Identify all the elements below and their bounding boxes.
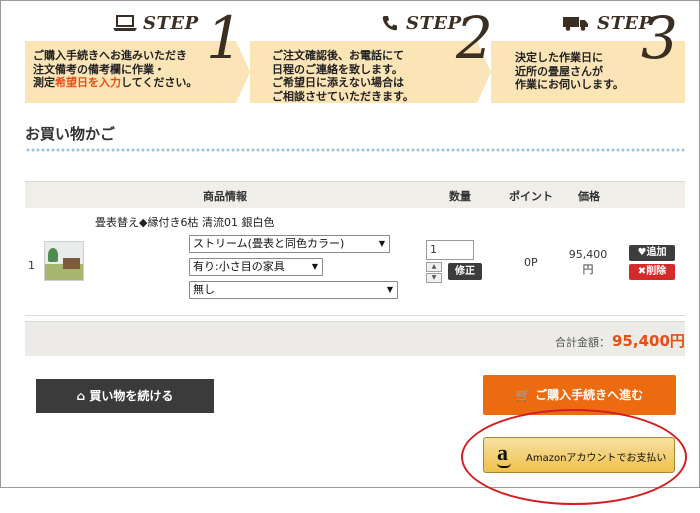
step-3-line-1: 決定した作業日に <box>515 51 603 64</box>
continue-shopping-button[interactable]: ⌂ 買い物を続ける <box>36 379 214 413</box>
product-name: 畳表替え◆縁付き6枯 清流01 銀白色 <box>95 216 275 229</box>
item-points: 0P <box>524 256 538 269</box>
total-label: 合計金額： <box>555 336 610 349</box>
header-product: 商品情報 <box>203 190 247 203</box>
product-thumbnail[interactable] <box>44 241 84 281</box>
step-2-label: STEP <box>406 13 462 34</box>
step-3-line-2: 近所の畳屋さんが <box>515 64 603 78</box>
step-3: STEP 3 決定した作業日に 近所の畳屋さんが 作業にお伺いします。 <box>491 7 685 105</box>
step-1-text: ご購入手続きへお進みいただき 注文備考の備考欄に作業・ 測定希望日を入力してくだ… <box>33 49 197 90</box>
item-price: 95,400 円 <box>565 247 611 277</box>
cart-icon: 🛒 <box>515 388 531 402</box>
laptop-icon <box>113 15 137 31</box>
step-3-text: 決定した作業日に 近所の畳屋さんが 作業にお伺いします。 <box>515 51 624 92</box>
phone-icon <box>382 16 397 31</box>
total-bar: 合計金額： 95,400円 <box>25 321 685 356</box>
step-1-body: ご購入手続きへお進みいただき 注文備考の備考欄に作業・ 測定希望日を入力してくだ… <box>25 41 236 103</box>
quantity-input[interactable]: 1 <box>426 240 474 260</box>
chevron-down-icon: ▼ <box>378 239 385 248</box>
step-2-line-1: ご注文確認後、お電話にて <box>272 49 404 62</box>
step-1-line-3: 測定希望日を入力してください。 <box>33 76 198 89</box>
add-favorite-button[interactable]: ♥追加 <box>629 245 675 261</box>
cart-table-header: 商品情報 数量 ポイント 価格 <box>25 181 685 208</box>
item-price-unit: 円 <box>582 263 594 276</box>
update-quantity-button[interactable]: 修正 <box>448 263 482 280</box>
close-icon: ✖ <box>637 266 647 277</box>
step-2-body: ご注文確認後、お電話にて 日程のご連絡を致します。 ご希望日に添えない場合は ご… <box>250 41 477 103</box>
option-select-edge[interactable]: ストリーム(畳表と同色カラー) ▼ <box>189 235 390 253</box>
step-2-header: STEP 2 <box>250 7 493 69</box>
option-select-furniture[interactable]: 有り:小さ目の家具 ▼ <box>189 258 323 276</box>
annotation-ellipse <box>461 409 687 505</box>
step-1-line-2: 注文備考の備考欄に作業・ <box>33 62 165 76</box>
step-2-line-3: ご希望日に添えない場合は <box>272 76 404 89</box>
cart-title: お買い物かご <box>25 125 116 143</box>
step-2-line-2: 日程のご連絡を致します。 <box>272 62 403 76</box>
option-select-extra[interactable]: 無し ▼ <box>189 281 398 299</box>
step-2: STEP 2 ご注文確認後、お電話にて 日程のご連絡を致します。 ご希望日に添え… <box>250 7 493 105</box>
delete-item-button[interactable]: ✖削除 <box>629 264 675 280</box>
home-icon: ⌂ <box>76 389 86 403</box>
item-price-value: 95,400 <box>568 248 608 261</box>
step-3-header: STEP 3 <box>491 7 685 69</box>
item-index: 1 <box>28 259 35 272</box>
chevron-down-icon: ▼ <box>311 262 318 271</box>
step-1: STEP 1 ご購入手続きへお進みいただき 注文備考の備考欄に作業・ 測定希望日… <box>25 7 250 105</box>
title-divider <box>25 147 685 153</box>
quantity-up-button[interactable]: ▲ <box>426 262 442 272</box>
desired-date-highlight: 希望日を入力 <box>55 76 121 89</box>
step-1-line-1: ご購入手続きへお進みいただき <box>33 49 187 62</box>
header-points: ポイント <box>509 190 553 203</box>
chevron-down-icon: ▼ <box>386 285 393 294</box>
step-3-number: 3 <box>641 4 678 72</box>
truck-icon <box>563 17 588 31</box>
step-3-line-3: 作業にお伺いします。 <box>515 78 624 91</box>
order-steps: STEP 1 ご購入手続きへお進みいただき 注文備考の備考欄に作業・ 測定希望日… <box>25 7 685 105</box>
step-1-number: 1 <box>206 4 243 72</box>
quantity-down-button[interactable]: ▼ <box>426 273 442 283</box>
header-price: 価格 <box>578 190 600 203</box>
cart-item-row: 1 畳表替え◆縁付き6枯 清流01 銀白色 ストリーム(畳表と同色カラー) ▼ 有… <box>25 208 685 316</box>
total-value: 95,400円 <box>612 332 685 350</box>
step-2-number: 2 <box>456 4 493 72</box>
step-1-label: STEP <box>143 13 199 34</box>
step-1-header: STEP 1 <box>25 7 250 69</box>
step-2-text: ご注文確認後、お電話にて 日程のご連絡を致します。 ご希望日に添えない場合は ご… <box>272 49 414 103</box>
step-2-line-4: ご相談させていただきます。 <box>272 89 414 103</box>
header-quantity: 数量 <box>449 190 471 203</box>
